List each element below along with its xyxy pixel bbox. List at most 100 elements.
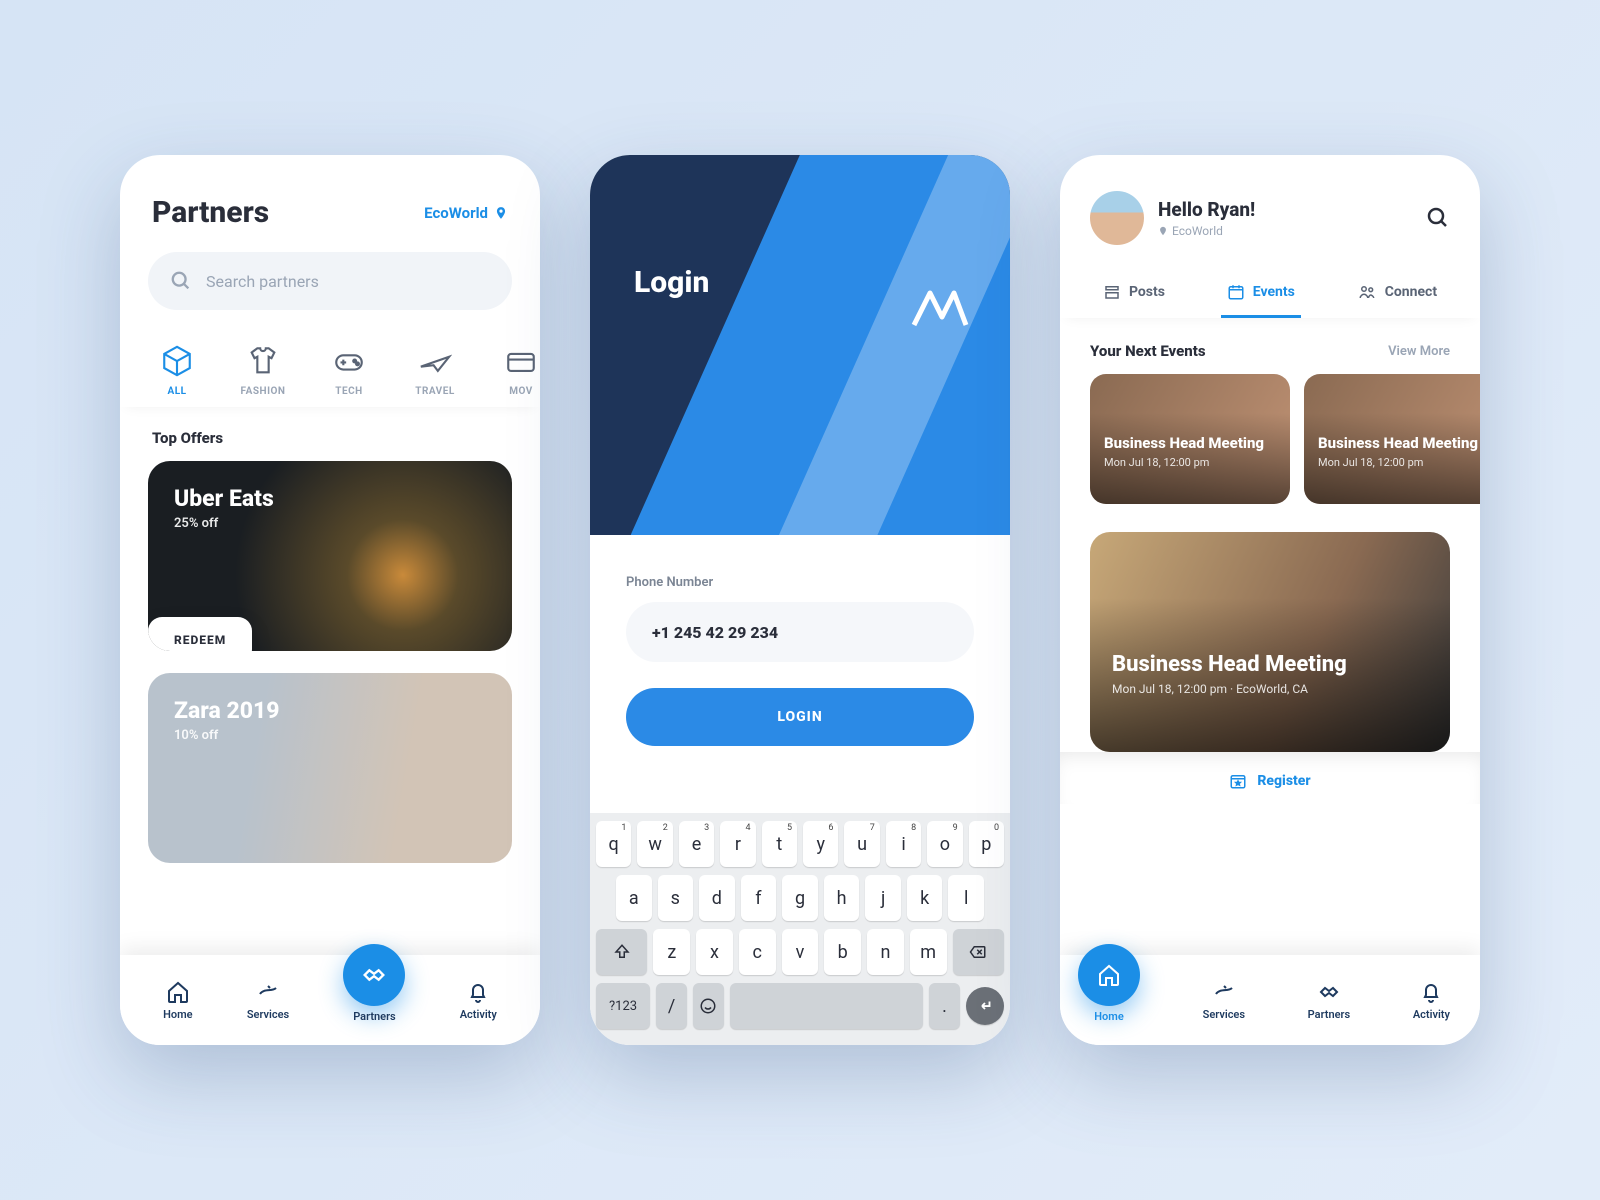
tabs: Posts Events Connect xyxy=(1060,265,1480,318)
event-time: Mon Jul 18, 12:00 pm xyxy=(1318,456,1480,469)
home-header: Hello Ryan! EcoWorld xyxy=(1060,155,1480,265)
tab-posts[interactable]: Posts xyxy=(1097,273,1171,318)
location-pin-icon xyxy=(1158,225,1168,237)
login-title: Login xyxy=(590,155,1010,300)
key-j[interactable]: j xyxy=(865,875,901,921)
key-d[interactable]: d xyxy=(699,875,735,921)
key-symbols[interactable]: ?123 xyxy=(596,983,650,1029)
event-card[interactable]: Business Head Meeting Mon Jul 18, 12:00 … xyxy=(1304,374,1480,504)
nav-activity[interactable]: Activity xyxy=(1413,980,1450,1021)
section-title: Your Next Events xyxy=(1090,342,1206,360)
home-icon xyxy=(166,980,190,1004)
key-n[interactable]: n xyxy=(867,929,904,975)
category-travel[interactable]: TRAVEL xyxy=(396,344,474,397)
featured-meta: Mon Jul 18, 12:00 pm · EcoWorld, CA xyxy=(1112,682,1428,696)
offer-card[interactable]: Uber Eats 25% off REDEEM xyxy=(148,461,512,651)
tshirt-icon xyxy=(246,344,280,378)
key-f[interactable]: f xyxy=(741,875,777,921)
key-enter[interactable] xyxy=(966,987,1004,1025)
category-list: ALL FASHION TECH TRAVEL MOV xyxy=(120,336,540,407)
nav-home[interactable]: Home xyxy=(1078,978,1140,1023)
login-button[interactable]: LOGIN xyxy=(626,688,974,746)
key-space[interactable] xyxy=(730,983,923,1029)
offer-card[interactable]: Zara 2019 10% off xyxy=(148,673,512,863)
key-y[interactable]: y6 xyxy=(803,821,838,867)
key-s[interactable]: s xyxy=(658,875,694,921)
handshake-icon xyxy=(1317,980,1341,1004)
key-k[interactable]: k xyxy=(907,875,943,921)
calendar-star-icon xyxy=(1229,772,1247,790)
key-m[interactable]: m xyxy=(910,929,947,975)
user-location: EcoWorld xyxy=(1158,224,1255,238)
key-g[interactable]: g xyxy=(782,875,818,921)
search-icon xyxy=(1426,206,1450,230)
key-q[interactable]: q1 xyxy=(596,821,631,867)
key-h[interactable]: h xyxy=(824,875,860,921)
home-screen: Hello Ryan! EcoWorld Posts Events Connec… xyxy=(1060,155,1480,1045)
shift-icon xyxy=(613,943,631,961)
key-v[interactable]: v xyxy=(782,929,819,975)
home-icon xyxy=(1097,963,1121,987)
nav-services[interactable]: Services xyxy=(1203,980,1245,1021)
featured-event-card[interactable]: Business Head Meeting Mon Jul 18, 12:00 … xyxy=(1090,532,1450,752)
key-a[interactable]: a xyxy=(616,875,652,921)
key-z[interactable]: z xyxy=(653,929,690,975)
key-r[interactable]: r4 xyxy=(720,821,755,867)
avatar[interactable] xyxy=(1090,191,1144,245)
offer-discount: 10% off xyxy=(174,728,486,743)
key-o[interactable]: o9 xyxy=(927,821,962,867)
handshake-icon xyxy=(360,961,388,989)
search-input[interactable]: Search partners xyxy=(148,252,512,310)
category-all[interactable]: ALL xyxy=(138,344,216,397)
event-card[interactable]: Business Head Meeting Mon Jul 18, 12:00 … xyxy=(1090,374,1290,504)
key-l[interactable]: l xyxy=(948,875,984,921)
login-form: Phone Number +1 245 42 29 234 LOGIN xyxy=(590,535,1010,786)
ticket-icon xyxy=(504,344,538,378)
bell-icon xyxy=(1419,980,1443,1004)
enter-icon xyxy=(976,997,994,1015)
category-fashion[interactable]: FASHION xyxy=(224,344,302,397)
search-button[interactable] xyxy=(1426,206,1450,230)
nav-services[interactable]: Services xyxy=(247,980,289,1021)
register-button[interactable]: Register xyxy=(1060,752,1480,804)
nav-home[interactable]: Home xyxy=(163,980,193,1021)
bell-icon xyxy=(466,980,490,1004)
key-c[interactable]: c xyxy=(739,929,776,975)
key-slash[interactable]: / xyxy=(656,983,687,1029)
page-title: Partners xyxy=(152,195,269,230)
phone-input[interactable]: +1 245 42 29 234 xyxy=(626,602,974,662)
event-title: Business Head Meeting xyxy=(1318,434,1480,452)
redeem-button[interactable]: REDEEM xyxy=(148,617,252,651)
events-section-header: Your Next Events View More xyxy=(1060,318,1480,374)
nav-partners[interactable]: Partners xyxy=(343,978,405,1023)
calendar-icon xyxy=(1227,283,1245,301)
greeting: Hello Ryan! xyxy=(1158,198,1255,221)
key-emoji[interactable] xyxy=(693,983,724,1029)
keyboard: q1 w2 e3 r4 t5 y6 u7 i8 o9 p0 a s d f g … xyxy=(590,813,1010,1045)
services-icon xyxy=(256,980,280,1004)
category-tech[interactable]: TECH xyxy=(310,344,388,397)
key-t[interactable]: t5 xyxy=(762,821,797,867)
location-pin-icon xyxy=(494,205,508,221)
category-movies[interactable]: MOV xyxy=(482,344,540,397)
key-x[interactable]: x xyxy=(696,929,733,975)
smile-icon xyxy=(699,997,717,1015)
key-e[interactable]: e3 xyxy=(679,821,714,867)
key-backspace[interactable] xyxy=(953,929,1004,975)
nav-partners[interactable]: Partners xyxy=(1308,980,1351,1021)
key-p[interactable]: p0 xyxy=(969,821,1004,867)
key-w[interactable]: w2 xyxy=(637,821,672,867)
key-dot[interactable]: . xyxy=(929,983,960,1029)
key-u[interactable]: u7 xyxy=(844,821,879,867)
key-b[interactable]: b xyxy=(824,929,861,975)
location-selector[interactable]: EcoWorld xyxy=(424,204,508,222)
view-more-link[interactable]: View More xyxy=(1388,344,1450,359)
key-shift[interactable] xyxy=(596,929,647,975)
tab-events[interactable]: Events xyxy=(1221,273,1301,318)
phone-label: Phone Number xyxy=(626,575,974,590)
key-i[interactable]: i8 xyxy=(886,821,921,867)
tab-connect[interactable]: Connect xyxy=(1351,273,1443,318)
bottom-nav: Home Services Partners Activity xyxy=(1060,955,1480,1045)
nav-activity[interactable]: Activity xyxy=(460,980,497,1021)
box-icon xyxy=(160,344,194,378)
